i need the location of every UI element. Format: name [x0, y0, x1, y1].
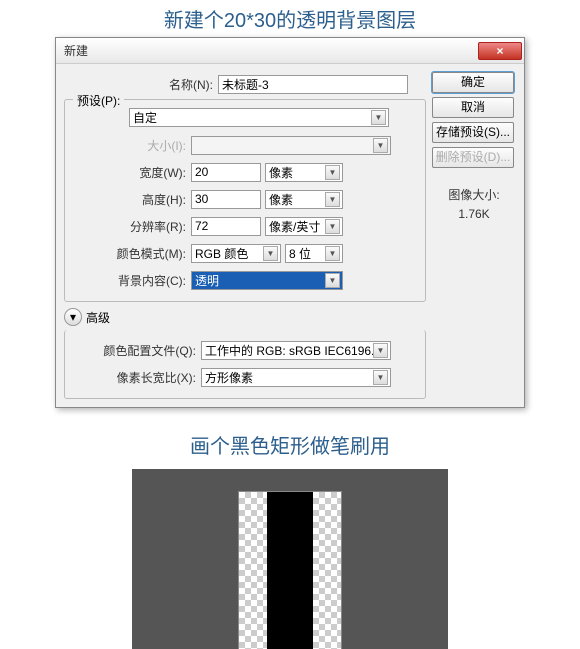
transparent-checker-right: [313, 492, 341, 649]
chevron-down-icon: ▼: [325, 273, 340, 288]
chevron-down-icon: ▼: [373, 343, 388, 358]
width-unit: 像素: [269, 164, 293, 181]
height-label: 高度(H):: [71, 191, 191, 208]
aspect-label: 像素长宽比(X):: [71, 369, 201, 386]
mode-dropdown[interactable]: RGB 颜色 ▼: [191, 244, 281, 263]
save-preset-button[interactable]: 存储预设(S)...: [432, 122, 514, 143]
chevron-down-icon: ▼: [373, 370, 388, 385]
profile-dropdown[interactable]: 工作中的 RGB: sRGB IEC6196... ▼: [201, 341, 391, 360]
resolution-label: 分辨率(R):: [71, 218, 191, 235]
aspect-dropdown[interactable]: 方形像素 ▼: [201, 368, 391, 387]
width-label: 宽度(W):: [71, 164, 191, 181]
preset-label: 预设(P):: [77, 94, 120, 108]
chevron-down-icon: ▼: [325, 246, 340, 261]
canvas-preview: [132, 469, 448, 649]
chevron-down-icon: ▼: [325, 165, 340, 180]
profile-value: 工作中的 RGB: sRGB IEC6196...: [205, 342, 381, 359]
bg-value: 透明: [195, 272, 219, 289]
caption-top: 新建个20*30的透明背景图层: [0, 0, 580, 37]
advanced-fieldset: 颜色配置文件(Q): 工作中的 RGB: sRGB IEC6196... ▼ 像…: [64, 330, 426, 399]
height-input[interactable]: [191, 190, 261, 209]
chevron-down-icon: ▼: [325, 219, 340, 234]
titlebar[interactable]: 新建 ×: [56, 38, 524, 64]
transparent-checker-left: [239, 492, 267, 649]
caption-bottom: 画个黑色矩形做笔刷用: [0, 426, 580, 463]
chevron-down-icon: ▼: [371, 110, 386, 125]
bits-value: 8 位: [289, 245, 311, 262]
image-size-value: 1.76K: [432, 207, 516, 221]
bits-dropdown[interactable]: 8 位 ▼: [285, 244, 343, 263]
ok-button[interactable]: 确定: [432, 72, 514, 93]
profile-label: 颜色配置文件(Q):: [71, 342, 201, 359]
close-button[interactable]: ×: [478, 42, 522, 60]
mode-label: 颜色模式(M):: [71, 245, 191, 262]
chevron-down-icon: ▼: [373, 138, 388, 153]
delete-preset-button: 删除预设(D)...: [432, 147, 514, 168]
bg-label: 背景内容(C):: [71, 272, 191, 289]
chevron-down-icon: ▼: [325, 192, 340, 207]
bg-dropdown[interactable]: 透明 ▼: [191, 271, 343, 290]
chevron-down-icon: ▼: [263, 246, 278, 261]
image-size-label: 图像大小:: [432, 186, 516, 203]
preset-value: 自定: [133, 109, 157, 126]
advanced-toggle-button[interactable]: ▾: [64, 308, 82, 326]
size-dropdown: ▼: [191, 136, 391, 155]
black-rectangle: [267, 492, 313, 649]
aspect-value: 方形像素: [205, 369, 253, 386]
width-input[interactable]: [191, 163, 261, 182]
cancel-button[interactable]: 取消: [432, 97, 514, 118]
resolution-unit: 像素/英寸: [269, 218, 320, 235]
name-input[interactable]: [218, 75, 408, 94]
height-unit: 像素: [269, 191, 293, 208]
preset-fieldset: 预设(P): 自定 ▼ 大小(I): ▼ 宽度(W): 像素 ▼: [64, 99, 426, 302]
resolution-input[interactable]: [191, 217, 261, 236]
dialog-title: 新建: [64, 42, 478, 59]
preset-dropdown[interactable]: 自定 ▼: [129, 108, 389, 127]
chevron-icon: ▾: [70, 310, 76, 324]
height-unit-dropdown[interactable]: 像素 ▼: [265, 190, 343, 209]
new-document-dialog: 新建 × 名称(N): 预设(P): 自定 ▼ 大小(I): ▼: [55, 37, 525, 408]
advanced-label: 高级: [86, 309, 110, 326]
mode-value: RGB 颜色: [195, 245, 248, 262]
name-label: 名称(N):: [64, 76, 218, 93]
size-label: 大小(I):: [71, 137, 191, 154]
close-icon: ×: [496, 44, 503, 58]
width-unit-dropdown[interactable]: 像素 ▼: [265, 163, 343, 182]
resolution-unit-dropdown[interactable]: 像素/英寸 ▼: [265, 217, 343, 236]
